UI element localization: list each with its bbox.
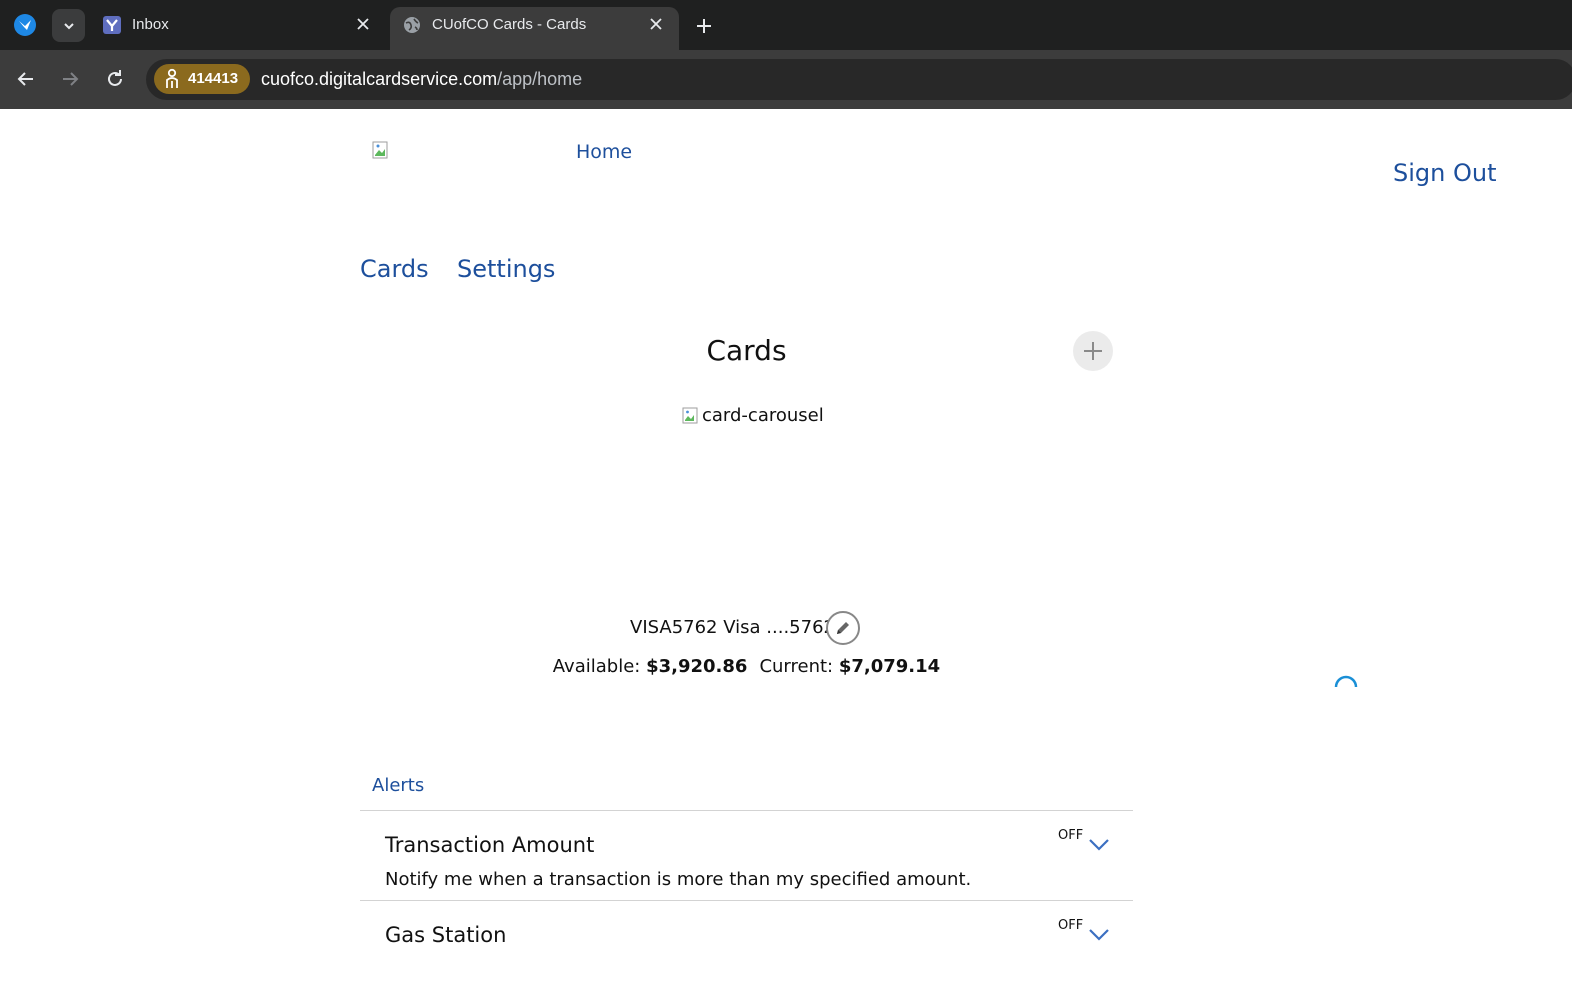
plus-icon <box>1084 342 1102 360</box>
edit-card-name-button[interactable] <box>826 611 860 645</box>
loading-spinner-icon <box>1334 675 1358 688</box>
current-label: Current: <box>759 656 834 677</box>
pencil-icon <box>837 622 849 634</box>
alert-title: Transaction Amount <box>385 833 595 857</box>
close-tab-icon[interactable] <box>354 15 372 33</box>
tab-cuofco-cards[interactable]: CUofCO Cards - Cards <box>390 7 679 50</box>
card-carousel[interactable]: card-carousel <box>682 405 824 426</box>
chevron-down-icon[interactable] <box>1088 838 1110 852</box>
card-name: VISA5762 Visa ....5762 <box>630 617 835 638</box>
card-carousel-alt: card-carousel <box>702 405 824 426</box>
page-content: Home Sign Out Cards Settings Cards card-… <box>0 109 1572 965</box>
forward-arrow-icon[interactable] <box>58 67 82 91</box>
sign-out-link[interactable]: Sign Out <box>1393 159 1497 187</box>
alerts-list: Transaction Amount Notify me when a tran… <box>360 810 1133 990</box>
nav-cards[interactable]: Cards <box>360 255 429 283</box>
address-badge[interactable]: 414413 <box>154 64 250 94</box>
alert-gas-station[interactable]: Gas Station OFF <box>360 900 1133 990</box>
browser-logo-icon[interactable] <box>13 13 37 37</box>
alert-description: Notify me when a transaction is more tha… <box>385 869 972 890</box>
yahoo-mail-icon <box>103 16 121 34</box>
page-title: Cards <box>706 334 787 367</box>
add-card-button[interactable] <box>1073 331 1113 371</box>
chevron-down-icon <box>63 22 74 29</box>
browser-tab-bar: Inbox CUofCO Cards - Cards <box>0 0 1572 50</box>
alert-transaction-amount[interactable]: Transaction Amount Notify me when a tran… <box>360 810 1133 900</box>
url-path: /app/home <box>497 69 583 89</box>
alert-status: OFF <box>1058 828 1084 843</box>
person-key-icon <box>166 68 178 88</box>
broken-image-icon <box>682 407 698 423</box>
alert-title: Gas Station <box>385 923 507 947</box>
browser-toolbar: 414413 cuofco.digitalcardservice.com/app… <box>0 50 1572 109</box>
back-arrow-icon[interactable] <box>14 67 38 91</box>
available-label: Available: <box>552 656 641 677</box>
broken-image-icon <box>372 141 388 159</box>
globe-icon <box>404 17 420 33</box>
nav-settings[interactable]: Settings <box>457 255 555 283</box>
new-tab-icon[interactable] <box>692 14 716 38</box>
tab-title: Inbox <box>132 16 169 33</box>
url-host: cuofco.digitalcardservice.com <box>261 69 498 89</box>
address-bar[interactable]: 414413 cuofco.digitalcardservice.com/app… <box>146 59 1572 100</box>
home-link[interactable]: Home <box>576 141 632 163</box>
available-value: $3,920.86 <box>646 656 748 677</box>
address-badge-number: 414413 <box>188 70 239 87</box>
reload-icon[interactable] <box>103 67 127 91</box>
close-tab-icon[interactable] <box>647 15 665 33</box>
url-text[interactable]: cuofco.digitalcardservice.com/app/home <box>261 69 582 90</box>
tab-title: CUofCO Cards - Cards <box>432 16 587 33</box>
balances: Available: $3,920.86 Current: $7,079.14 <box>0 656 1493 677</box>
tab-search-button[interactable] <box>52 9 85 42</box>
current-value: $7,079.14 <box>838 656 941 677</box>
alerts-link[interactable]: Alerts <box>372 775 424 796</box>
alert-status: OFF <box>1058 918 1084 933</box>
chevron-down-icon[interactable] <box>1088 928 1110 942</box>
tab-inbox[interactable]: Inbox <box>90 7 386 50</box>
